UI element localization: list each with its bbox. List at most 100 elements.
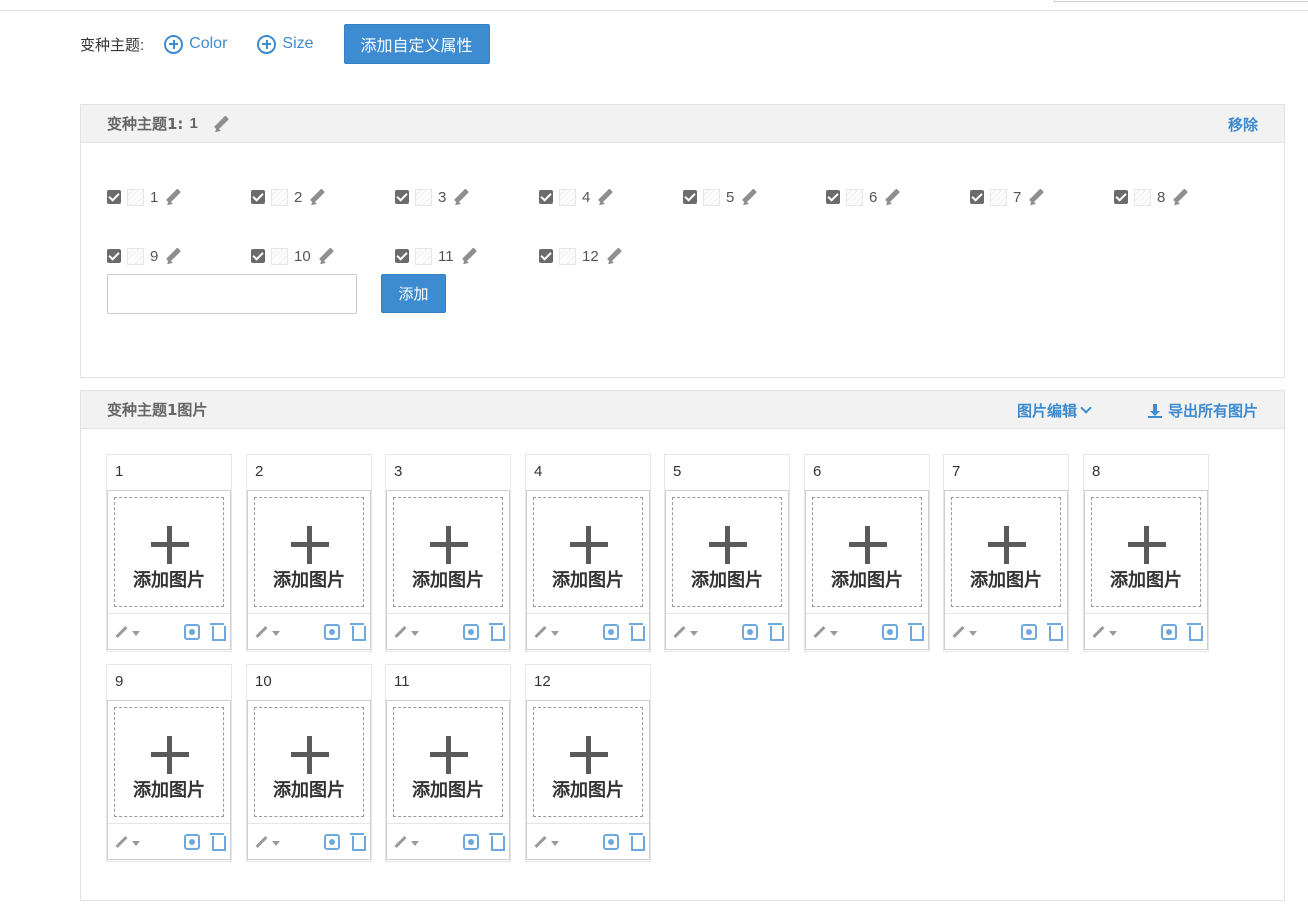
add-image-dropzone[interactable]: 添加图片: [393, 497, 503, 607]
trash-icon[interactable]: [350, 833, 366, 851]
option-checkbox[interactable]: [826, 190, 840, 204]
option-checkbox[interactable]: [107, 190, 121, 204]
edit-pencil-icon[interactable]: [1171, 188, 1189, 206]
add-image-dropzone[interactable]: 添加图片: [114, 707, 224, 817]
option-swatch[interactable]: [127, 247, 144, 265]
remove-link[interactable]: 移除: [1228, 114, 1258, 135]
option-checkbox[interactable]: [683, 190, 697, 204]
magic-wand-icon[interactable]: [116, 833, 140, 849]
option-checkbox[interactable]: [107, 249, 121, 263]
export-all-images-link[interactable]: 导出所有图片: [1147, 400, 1258, 421]
add-custom-attribute-button[interactable]: 添加自定义属性: [343, 24, 490, 64]
add-color-link[interactable]: Color: [164, 34, 227, 54]
focus-icon[interactable]: [324, 834, 340, 850]
trash-icon[interactable]: [210, 833, 226, 851]
add-size-link[interactable]: Size: [257, 34, 314, 54]
focus-icon[interactable]: [882, 624, 898, 640]
option-checkbox[interactable]: [539, 190, 553, 204]
add-image-dropzone[interactable]: 添加图片: [951, 497, 1061, 607]
add-image-dropzone[interactable]: 添加图片: [393, 707, 503, 817]
edit-pencil-icon[interactable]: [596, 188, 614, 206]
magic-wand-icon[interactable]: [256, 833, 280, 849]
plus-icon: [988, 526, 1026, 564]
trash-icon[interactable]: [629, 833, 645, 851]
focus-icon[interactable]: [184, 834, 200, 850]
focus-icon[interactable]: [1161, 624, 1177, 640]
edit-pencil-icon[interactable]: [740, 188, 758, 206]
option-swatch[interactable]: [559, 188, 576, 206]
option-swatch[interactable]: [990, 188, 1007, 206]
image-card-box: 添加图片: [107, 490, 231, 650]
image-edit-dropdown[interactable]: 图片编辑: [1017, 400, 1092, 421]
option-checkbox[interactable]: [539, 249, 553, 263]
edit-pencil-icon[interactable]: [308, 188, 326, 206]
edit-pencil-icon[interactable]: [452, 188, 470, 206]
trash-icon[interactable]: [768, 623, 784, 641]
edit-pencil-icon[interactable]: [605, 247, 623, 265]
add-image-dropzone[interactable]: 添加图片: [114, 497, 224, 607]
magic-wand-icon[interactable]: [674, 623, 698, 639]
option-item: 11: [395, 246, 478, 266]
option-swatch[interactable]: [415, 188, 432, 206]
add-image-dropzone[interactable]: 添加图片: [812, 497, 922, 607]
edit-pencil-icon[interactable]: [164, 188, 182, 206]
option-checkbox[interactable]: [395, 190, 409, 204]
edit-pencil-icon[interactable]: [883, 188, 901, 206]
focus-icon[interactable]: [184, 624, 200, 640]
magic-wand-icon[interactable]: [535, 623, 559, 639]
trash-icon[interactable]: [908, 623, 924, 641]
option-swatch[interactable]: [415, 247, 432, 265]
magic-wand-icon[interactable]: [116, 623, 140, 639]
option-checkbox[interactable]: [1114, 190, 1128, 204]
magic-wand-icon[interactable]: [395, 623, 419, 639]
focus-icon[interactable]: [603, 834, 619, 850]
option-checkbox[interactable]: [395, 249, 409, 263]
focus-icon[interactable]: [603, 624, 619, 640]
add-image-dropzone[interactable]: 添加图片: [254, 497, 364, 607]
option-swatch[interactable]: [127, 188, 144, 206]
magic-wand-icon[interactable]: [535, 833, 559, 849]
edit-pencil-icon[interactable]: [1027, 188, 1045, 206]
option-checkbox[interactable]: [970, 190, 984, 204]
chevron-down-icon: [1080, 402, 1092, 414]
magic-wand-icon[interactable]: [395, 833, 419, 849]
focus-icon[interactable]: [463, 834, 479, 850]
edit-pencil-icon[interactable]: [317, 247, 335, 265]
trash-icon[interactable]: [210, 623, 226, 641]
trash-icon[interactable]: [489, 623, 505, 641]
edit-pencil-icon[interactable]: [212, 115, 230, 133]
option-swatch[interactable]: [846, 188, 863, 206]
focus-icon[interactable]: [1021, 624, 1037, 640]
magic-wand-icon[interactable]: [1093, 623, 1117, 639]
option-swatch[interactable]: [703, 188, 720, 206]
trash-icon[interactable]: [1187, 623, 1203, 641]
add-image-dropzone[interactable]: 添加图片: [672, 497, 782, 607]
option-swatch[interactable]: [271, 188, 288, 206]
focus-icon[interactable]: [324, 624, 340, 640]
add-image-dropzone[interactable]: 添加图片: [254, 707, 364, 817]
trash-icon[interactable]: [1047, 623, 1063, 641]
trash-icon[interactable]: [489, 833, 505, 851]
option-item: 7: [970, 187, 1045, 207]
edit-pencil-icon[interactable]: [164, 247, 182, 265]
add-option-button[interactable]: 添加: [381, 274, 446, 313]
magic-wand-icon[interactable]: [256, 623, 280, 639]
trash-icon[interactable]: [629, 623, 645, 641]
image-card: 4 添加图片: [525, 454, 651, 652]
option-swatch[interactable]: [559, 247, 576, 265]
add-image-dropzone[interactable]: 添加图片: [533, 497, 643, 607]
trash-icon[interactable]: [350, 623, 366, 641]
focus-icon[interactable]: [742, 624, 758, 640]
add-image-dropzone[interactable]: 添加图片: [1091, 497, 1201, 607]
option-swatch[interactable]: [271, 247, 288, 265]
option-swatch[interactable]: [1134, 188, 1151, 206]
magic-wand-icon[interactable]: [953, 623, 977, 639]
edit-pencil-icon[interactable]: [460, 247, 478, 265]
focus-icon[interactable]: [463, 624, 479, 640]
option-checkbox[interactable]: [251, 249, 265, 263]
option-checkbox[interactable]: [251, 190, 265, 204]
add-image-dropzone[interactable]: 添加图片: [533, 707, 643, 817]
new-option-input[interactable]: [107, 274, 357, 314]
magic-wand-icon[interactable]: [814, 623, 838, 639]
image-card-toolbar: [1085, 613, 1207, 649]
